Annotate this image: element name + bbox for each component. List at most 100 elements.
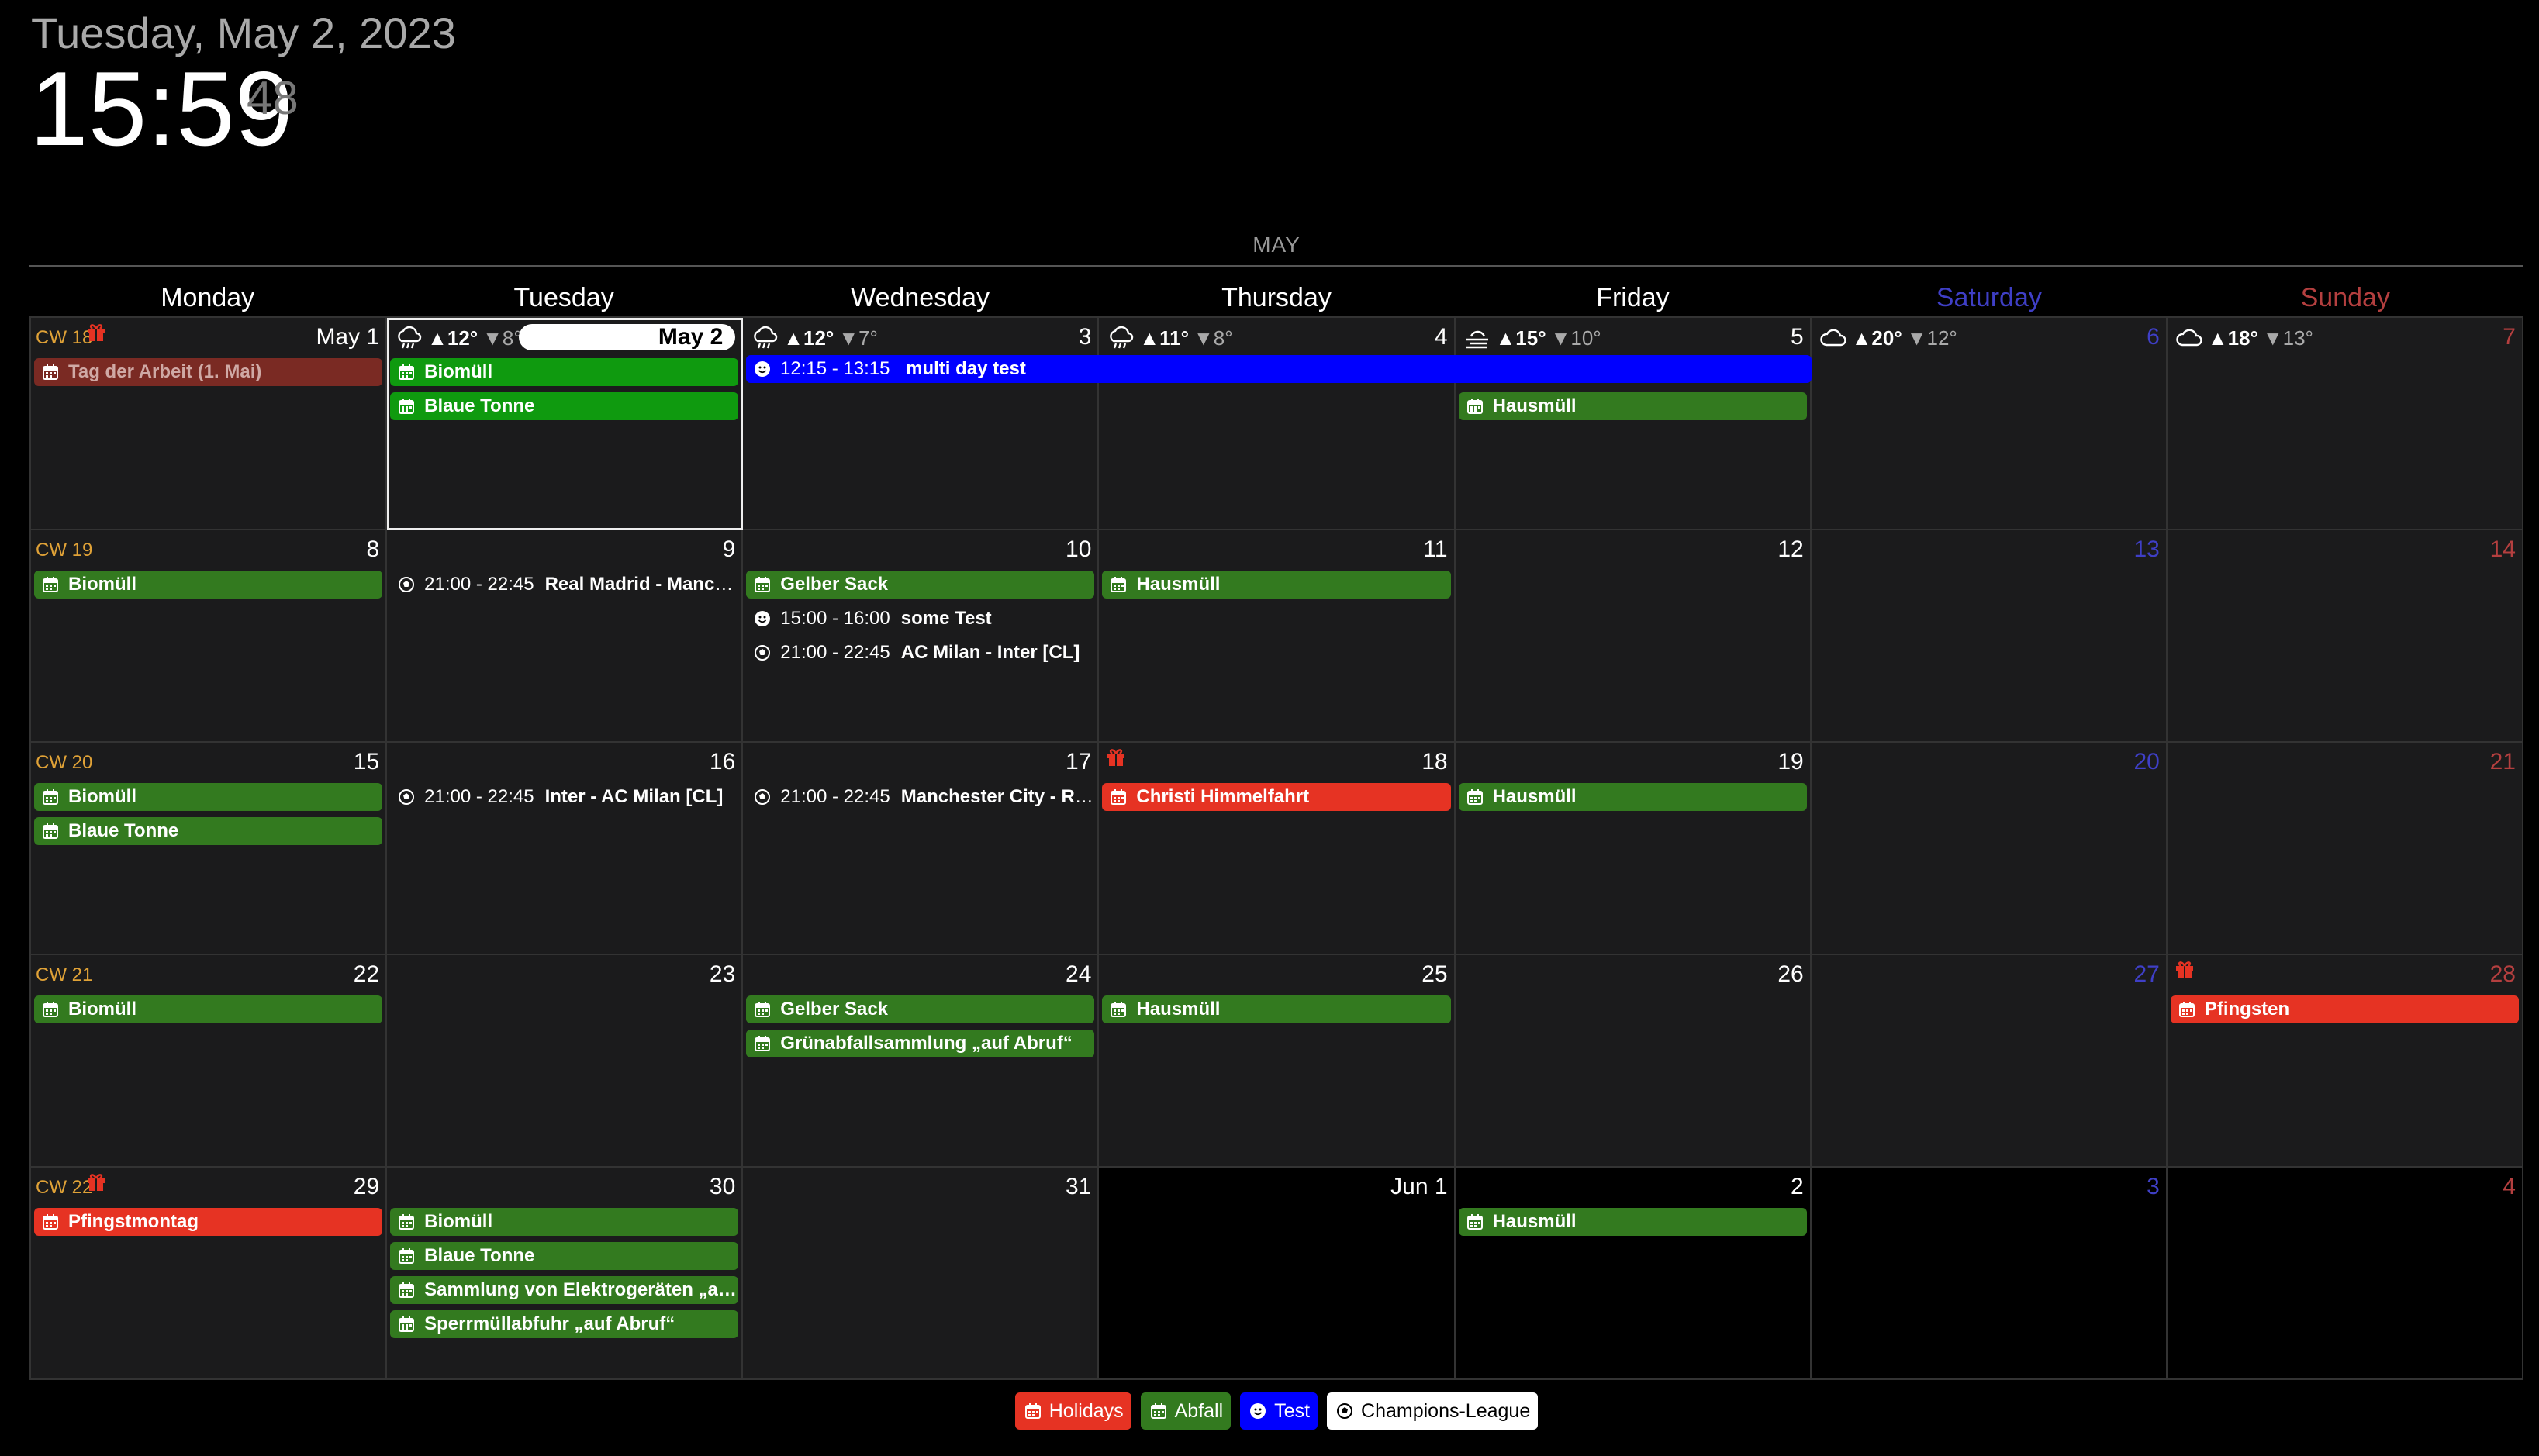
calendar-icon — [1466, 1213, 1484, 1230]
event[interactable]: Blaue Tonne — [390, 392, 739, 420]
day-cell[interactable]: 12 — [1455, 530, 1812, 743]
event[interactable]: Gelber Sack — [746, 995, 1095, 1023]
event-title: Gelber Sack — [780, 574, 889, 595]
temp-high: ▲15° — [1495, 326, 1546, 350]
weather: ▲18° ▼13° — [2175, 326, 2313, 350]
event[interactable]: Biomüll — [390, 358, 739, 386]
cloud-icon — [1819, 326, 1847, 350]
day-cell[interactable]: 18 Christi Himmelfahrt — [1099, 743, 1456, 955]
day-cell[interactable]: 21 — [2167, 743, 2523, 955]
day-cell[interactable]: 26 — [1455, 955, 1812, 1168]
temp-low: ▼13° — [2262, 326, 2313, 350]
day-cell-next-month[interactable]: 4 — [2167, 1168, 2523, 1380]
legend-test[interactable]: Test — [1240, 1392, 1318, 1430]
legend-champions-league[interactable]: Champions-League — [1327, 1392, 1539, 1430]
month-label: MAY — [1252, 233, 1301, 257]
day-cell[interactable]: CW 18 May 1 Tag der Arbeit (1. Mai) — [31, 318, 388, 530]
day-number: 29 — [353, 1174, 380, 1199]
legend-label: Holidays — [1048, 1400, 1124, 1422]
day-cell[interactable]: 27 — [1811, 955, 2168, 1168]
day-cell-next-month[interactable]: Jun 1 — [1099, 1168, 1456, 1380]
legend-label: Abfall — [1174, 1400, 1224, 1422]
event[interactable]: Hausmüll — [1458, 392, 1807, 420]
weekday-wednesday: Wednesday — [851, 283, 990, 312]
day-cell[interactable]: 11 Hausmüll — [1099, 530, 1456, 743]
day-cell[interactable]: CW 21 22 Biomüll — [31, 955, 388, 1168]
day-number: 9 — [722, 537, 736, 562]
day-number: 28 — [2489, 961, 2516, 987]
day-cell[interactable]: ▲11° ▼8° 4 — [1099, 318, 1456, 530]
day-cell[interactable]: 25 Hausmüll — [1099, 955, 1456, 1168]
event[interactable]: Gelber Sack — [746, 571, 1095, 599]
event-title: Manchester City - Real Madrid [CL] — [900, 786, 1095, 807]
day-cell[interactable]: 16 21:00 - 22:45 Inter - AC Milan [CL] — [387, 743, 744, 955]
event[interactable]: Pfingsten — [2170, 995, 2519, 1023]
day-cell[interactable]: ▲15° ▼10° 5 Hausmüll — [1455, 318, 1812, 530]
day-cell[interactable]: 19 Hausmüll — [1455, 743, 1812, 955]
event[interactable]: Biomüll — [34, 995, 383, 1023]
weather: ▲15° ▼10° — [1463, 326, 1601, 350]
smiley-icon — [754, 361, 771, 378]
day-cell[interactable]: 10 Gelber Sack 15:00 - 16:00 some Test 21… — [743, 530, 1100, 743]
event[interactable]: Blaue Tonne — [34, 817, 383, 845]
legend-abfall[interactable]: Abfall — [1140, 1392, 1232, 1430]
day-cell-next-month[interactable]: 2 Hausmüll — [1455, 1168, 1812, 1380]
day-cell[interactable]: 30 Biomüll Blaue Tonne Sammlung von Elek… — [387, 1168, 744, 1380]
event[interactable]: Pfingstmontag — [34, 1208, 383, 1236]
calendar-icon — [42, 788, 59, 806]
day-number: 6 — [2147, 324, 2160, 350]
event[interactable]: Biomüll — [34, 571, 383, 599]
day-cell[interactable]: CW 20 15 Biomüll Blaue Tonne — [31, 743, 388, 955]
day-cell[interactable]: ▲20° ▼12° 6 — [1811, 318, 2168, 530]
event[interactable]: Biomüll — [34, 783, 383, 811]
event[interactable]: Grünabfallsammlung „auf Abruf“ — [746, 1030, 1095, 1057]
multi-day-event[interactable]: 12:15 - 13:15 multi day test — [746, 355, 1812, 383]
day-cell-next-month[interactable]: 3 — [1811, 1168, 2168, 1380]
event[interactable]: Hausmüll — [1458, 1208, 1807, 1236]
day-cell[interactable]: 20 — [1811, 743, 2168, 955]
day-cell[interactable]: CW 22 29 Pfingstmontag — [31, 1168, 388, 1380]
day-cell[interactable]: 31 — [743, 1168, 1100, 1380]
day-number: 16 — [709, 749, 736, 775]
event[interactable]: Hausmüll — [1102, 995, 1451, 1023]
day-number: 22 — [353, 961, 380, 987]
day-cell[interactable]: 24 Gelber Sack Grünabfallsammlung „auf A… — [743, 955, 1100, 1168]
day-cell[interactable]: 14 — [2167, 530, 2523, 743]
day-cell[interactable]: 13 — [1811, 530, 2168, 743]
day-cell[interactable]: ▲12° ▼7° 3 — [743, 318, 1100, 530]
day-cell[interactable]: 9 21:00 - 22:45 Real Madrid - Manchester … — [387, 530, 744, 743]
day-number: 15 — [353, 749, 380, 775]
calendar-icon — [1110, 576, 1127, 593]
legend-holidays[interactable]: Holidays — [1014, 1392, 1131, 1430]
day-cell[interactable]: 28 Pfingsten — [2167, 955, 2523, 1168]
day-number: 27 — [2133, 961, 2160, 987]
event-time: 21:00 - 22:45 — [424, 574, 534, 595]
weekday-header-row: Monday Tuesday Wednesday Thursday Friday… — [29, 279, 2523, 316]
event[interactable]: Biomüll — [390, 1208, 739, 1236]
event[interactable]: Sammlung von Elektrogeräten „auf Abruf“ — [390, 1276, 739, 1304]
event[interactable]: 21:00 - 22:45 Real Madrid - Manchester Ci… — [390, 571, 738, 599]
event[interactable]: Tag der Arbeit (1. Mai) — [34, 358, 383, 386]
gift-icon — [85, 1171, 107, 1192]
temp-high: ▲12° — [783, 326, 834, 350]
event-time: 21:00 - 22:45 — [780, 642, 890, 663]
day-cell[interactable]: CW 19 8 Biomüll — [31, 530, 388, 743]
event[interactable]: 21:00 - 22:45 AC Milan - Inter [CL] — [746, 639, 1094, 667]
day-cell[interactable]: ▲18° ▼13° 7 — [2167, 318, 2523, 530]
event[interactable]: 21:00 - 22:45 Inter - AC Milan [CL] — [390, 783, 738, 811]
event[interactable]: Hausmüll — [1102, 571, 1451, 599]
event[interactable]: 15:00 - 16:00 some Test — [746, 605, 1094, 633]
day-cell-today[interactable]: ▲12° ▼8° May 2 Biomüll Blaue Tonne — [387, 318, 744, 530]
event-title: Sammlung von Elektrogeräten „auf Abruf“ — [424, 1279, 738, 1300]
day-cell[interactable]: 17 21:00 - 22:45 Manchester City - Real M… — [743, 743, 1100, 955]
event[interactable]: Hausmüll — [1458, 783, 1807, 811]
event[interactable]: Christi Himmelfahrt — [1102, 783, 1451, 811]
day-cell[interactable]: 23 — [387, 955, 744, 1168]
day-number: 21 — [2489, 749, 2516, 775]
event[interactable]: Sperrmüllabfuhr „auf Abruf“ — [390, 1310, 739, 1338]
event[interactable]: 21:00 - 22:45 Manchester City - Real Madr… — [746, 783, 1094, 811]
calendar-icon — [42, 364, 59, 381]
calendar-icon — [1024, 1403, 1042, 1420]
event[interactable]: Blaue Tonne — [390, 1242, 739, 1270]
calendar-icon — [398, 1282, 415, 1299]
